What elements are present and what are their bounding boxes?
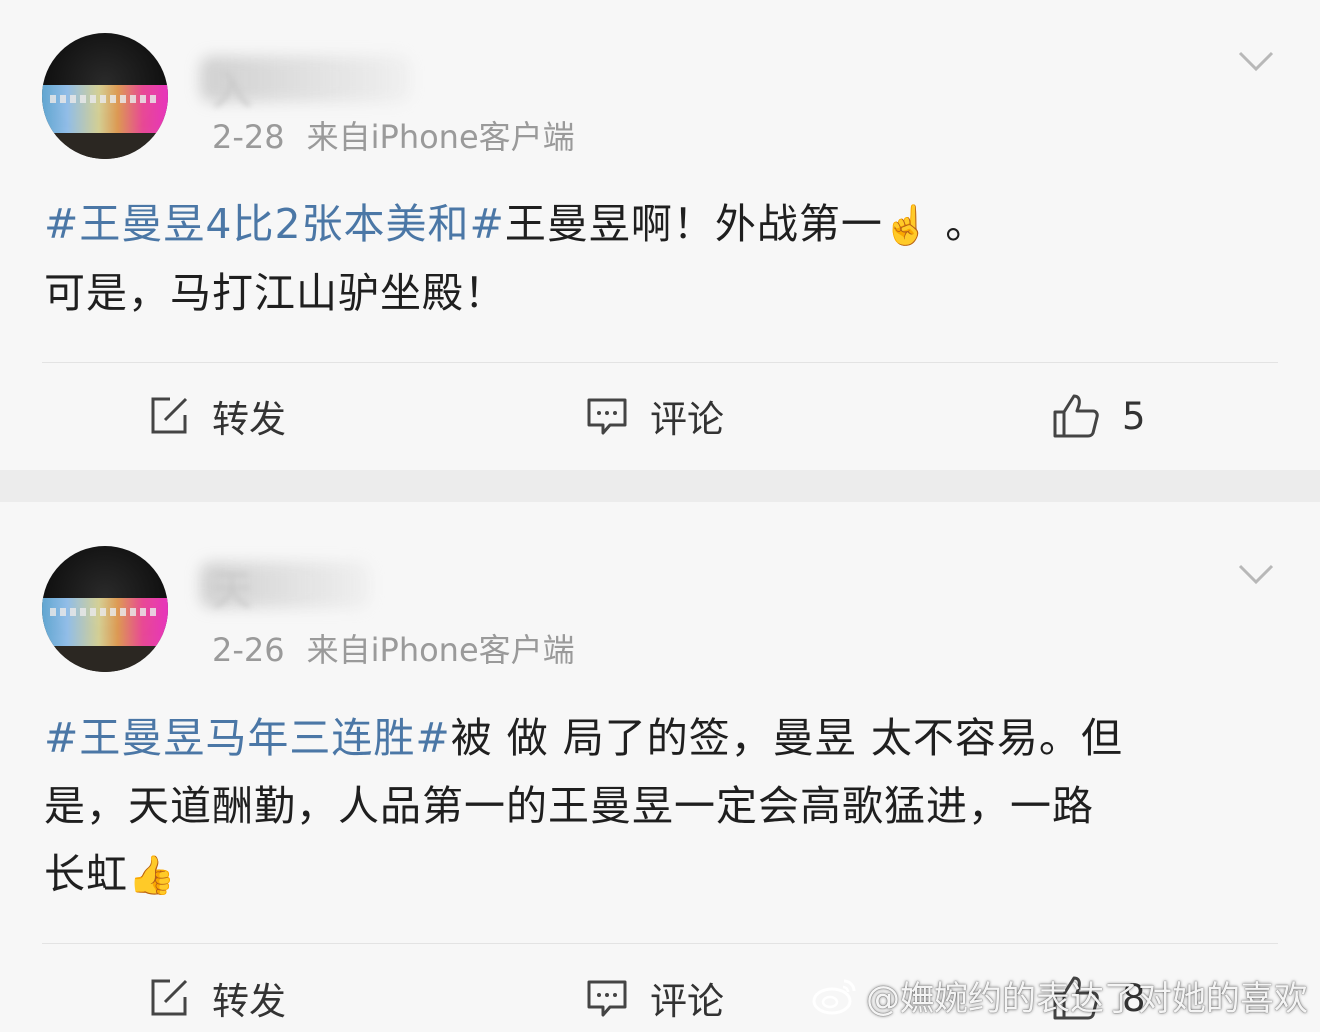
post-separator: [0, 470, 1320, 502]
comment-button[interactable]: 评论: [586, 386, 724, 446]
post-source: 来自iPhone客户端: [306, 631, 575, 669]
comment-label: 评论: [650, 980, 724, 1023]
username[interactable]: 天: [212, 558, 252, 616]
avatar[interactable]: [42, 546, 168, 672]
comment-bubble-icon: [587, 980, 627, 1017]
content-text: 。: [945, 200, 988, 248]
comment-bubble-icon: [587, 398, 627, 435]
topic-link[interactable]: #王曼昱4比2张本美和#: [44, 200, 505, 248]
topic-link[interactable]: #王曼昱马年三连胜#: [44, 714, 451, 762]
watermark-text: @嫵婉约的表达了对她的喜欢: [866, 979, 1308, 1019]
weibo-post-2: 天 2-26 来自iPhone客户端 #王曼昱马年三连胜#被 做 局了的签，曼昱 …: [0, 502, 1320, 1032]
thumbs-up-icon: [1053, 394, 1099, 438]
post-source: 来自iPhone客户端: [306, 118, 575, 156]
username[interactable]: 入: [212, 58, 252, 116]
comment-button[interactable]: 评论: [586, 968, 724, 1028]
content-text: 王曼昱啊！外战第一: [504, 200, 883, 248]
avatar-neon-sign: [42, 598, 168, 646]
repost-label: 转发: [212, 980, 286, 1023]
content-line-1: #王曼昱4比2张本美和#王曼昱啊！外战第一☝️ 。: [44, 190, 1274, 259]
content-line-2: 可是，马打江山驴坐殿！: [44, 269, 506, 317]
post-meta: 2-28 来自iPhone客户端: [212, 112, 575, 158]
post-content: #王曼昱4比2张本美和#王曼昱啊！外战第一☝️ 。 可是，马打江山驴坐殿！: [44, 190, 1274, 327]
thumbs-up-emoji: 👍: [128, 853, 177, 897]
repost-edit-icon: [151, 397, 188, 434]
post-meta: 2-26 来自iPhone客户端: [212, 625, 575, 671]
repost-label: 转发: [212, 398, 286, 441]
chevron-down-icon[interactable]: [1238, 563, 1274, 585]
repost-button[interactable]: 转发: [148, 968, 286, 1028]
post-content: #王曼昱马年三连胜#被 做 局了的签，曼昱 太不容易。但 是，天道酬勤，人品第一…: [44, 704, 1274, 909]
content-text: 长虹: [44, 850, 128, 898]
weibo-post-1: 入 2-28 来自iPhone客户端 #王曼昱4比2张本美和#王曼昱啊！外战第一☝…: [0, 0, 1320, 470]
divider: [42, 943, 1278, 944]
content-text: 被 做 局了的签，曼昱 太不容易。但: [450, 714, 1123, 762]
weibo-watermark: @嫵婉约的表达了对她的喜欢: [812, 971, 1308, 1020]
avatar-neon-sign: [42, 85, 168, 133]
like-count: 5: [1122, 394, 1146, 438]
avatar[interactable]: [42, 33, 168, 159]
content-line-1: #王曼昱马年三连胜#被 做 局了的签，曼昱 太不容易。但: [44, 704, 1274, 772]
like-button[interactable]: 5: [1052, 386, 1146, 446]
divider: [42, 362, 1278, 363]
repost-edit-icon: [151, 979, 188, 1016]
weibo-logo-icon: [812, 979, 856, 1014]
post-date: 2-28: [212, 118, 285, 156]
repost-button[interactable]: 转发: [148, 386, 286, 446]
content-line-3: 长虹👍: [44, 840, 1274, 909]
chevron-down-icon[interactable]: [1238, 50, 1274, 72]
post-date: 2-26: [212, 631, 285, 669]
pointing-up-emoji: ☝️: [882, 203, 932, 247]
content-line-2: 是，天道酬勤，人品第一的王曼昱一定会高歌猛进，一路: [44, 782, 1094, 830]
comment-label: 评论: [650, 398, 724, 441]
